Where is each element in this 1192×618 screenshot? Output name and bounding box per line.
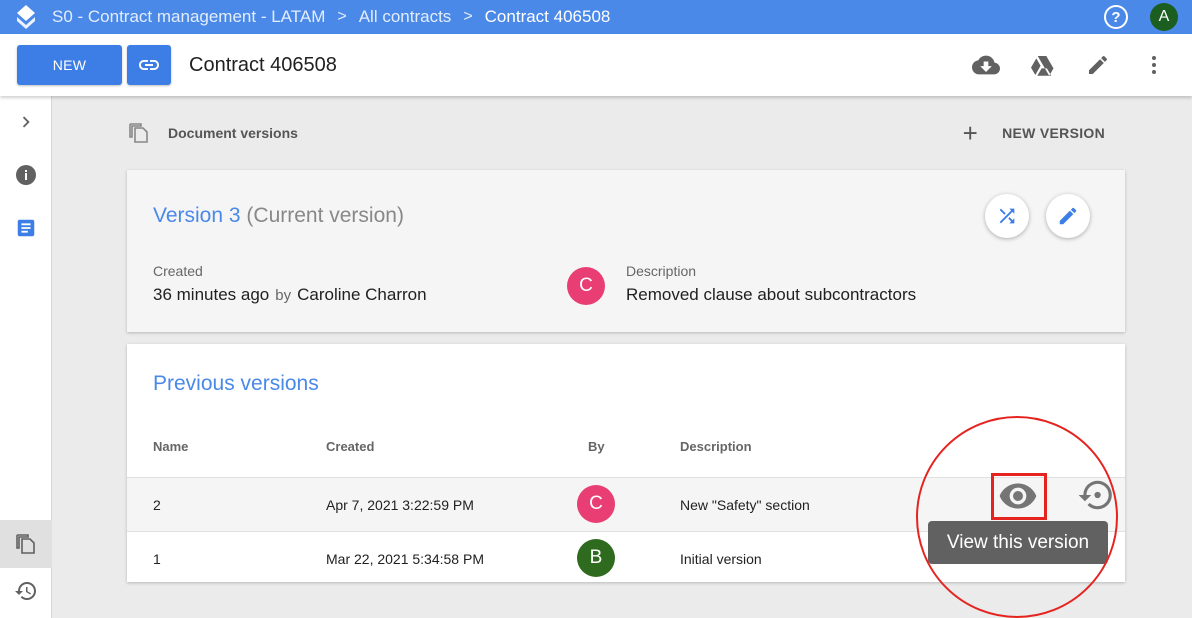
restore-icon [1078, 480, 1112, 510]
page-title: Contract 406508 [189, 53, 337, 76]
plus-icon: + [962, 117, 979, 148]
current-version-tag: (Current version) [246, 204, 404, 227]
avatar: C [577, 485, 615, 523]
new-version-button[interactable]: + NEW VERSION [963, 118, 1105, 148]
description-label: Description [626, 263, 697, 279]
document-versions-header: Document versions + NEW VERSION [127, 118, 1125, 148]
by-label: by [275, 287, 292, 304]
restore-version-button[interactable] [1074, 475, 1118, 515]
compare-icon [999, 208, 1015, 224]
link-icon [139, 60, 159, 70]
top-app-bar: S0 - Contract management - LATAM > All c… [0, 0, 1192, 34]
left-sidebar [0, 96, 52, 618]
description-value: Removed clause about subcontractors [626, 285, 917, 304]
version-title: Version 3 (Current version) [153, 204, 404, 228]
column-header-name: Name [153, 439, 189, 454]
version-description: New "Safety" section [680, 496, 810, 513]
new-button[interactable]: NEW [17, 45, 122, 85]
user-avatar[interactable]: A [1150, 3, 1178, 31]
version-number: Version 3 [153, 204, 241, 227]
version-name: 2 [153, 496, 161, 513]
edit-icon [1059, 207, 1077, 225]
breadcrumb: S0 - Contract management - LATAM > All c… [52, 7, 610, 27]
version-created: Mar 22, 2021 5:34:58 PM [326, 550, 484, 567]
highlight-box [991, 473, 1047, 520]
info-icon[interactable] [0, 155, 52, 195]
created-label: Created [153, 263, 203, 279]
new-version-label: NEW VERSION [1002, 125, 1105, 141]
created-value: 36 minutes ago by Caroline Charron [153, 285, 427, 305]
chevron-right-icon[interactable] [0, 102, 52, 142]
help-icon[interactable]: ? [1104, 5, 1128, 29]
copy-link-button[interactable] [127, 45, 171, 85]
compare-button[interactable] [985, 194, 1029, 238]
section-title: Document versions [168, 125, 298, 141]
breadcrumb-item-current: Contract 406508 [484, 7, 611, 26]
breadcrumb-separator: > [463, 8, 473, 25]
breadcrumb-item-all-contracts[interactable]: All contracts [359, 7, 452, 27]
breadcrumb-item-workspace[interactable]: S0 - Contract management - LATAM [52, 7, 325, 27]
created-time: 36 minutes ago [153, 285, 270, 304]
previous-versions-title: Previous versions [153, 372, 319, 395]
cloud-download-icon[interactable] [972, 51, 1000, 79]
avatar: B [577, 539, 615, 577]
breadcrumb-separator: > [337, 8, 347, 25]
author-name: Caroline Charron [297, 285, 427, 304]
history-icon[interactable] [0, 571, 52, 611]
toolbar: NEW Contract 406508 [0, 34, 1192, 96]
column-header-by: By [588, 439, 605, 454]
copy-versions-icon[interactable] [0, 520, 52, 568]
document-icon[interactable] [0, 208, 52, 248]
avatar: C [567, 267, 605, 305]
google-drive-icon[interactable] [1028, 51, 1056, 79]
copy-versions-icon [127, 121, 151, 145]
column-header-created: Created [326, 439, 375, 454]
column-header-description: Description [680, 439, 752, 454]
edit-version-button[interactable] [1046, 194, 1090, 238]
version-name: 1 [153, 550, 161, 567]
version-description: Initial version [680, 550, 762, 567]
app-logo-icon[interactable] [0, 0, 52, 34]
version-created: Apr 7, 2021 3:22:59 PM [326, 496, 474, 513]
current-version-card: Version 3 (Current version) Created 36 m… [127, 170, 1125, 332]
edit-icon[interactable] [1084, 51, 1112, 79]
more-vert-icon[interactable] [1140, 51, 1168, 79]
tooltip: View this version [928, 521, 1108, 564]
